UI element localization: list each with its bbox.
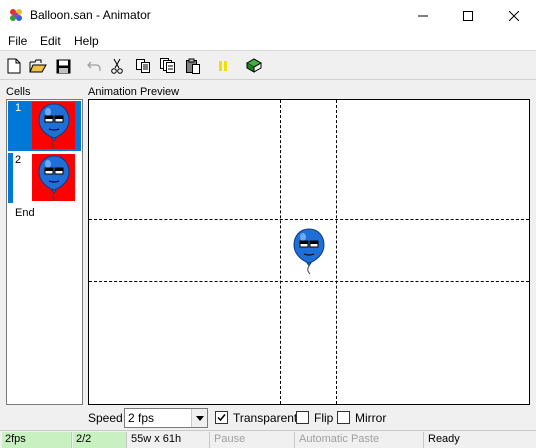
cell-end-label[interactable]: End <box>15 207 35 219</box>
pause-icon <box>219 61 227 71</box>
preview-label: Animation Preview <box>88 86 180 98</box>
cells-list[interactable]: 1 2 End <box>6 99 83 405</box>
guide-line <box>89 281 529 282</box>
save-icon <box>56 59 70 73</box>
toolbar <box>0 52 536 80</box>
mirror-checkbox[interactable] <box>337 411 350 424</box>
menu-help[interactable]: Help <box>74 34 99 48</box>
cell-thumbnail <box>32 102 75 149</box>
app-icon <box>10 9 22 21</box>
maximize-icon <box>462 10 473 21</box>
dropdown-arrow[interactable] <box>191 409 207 427</box>
title-bar[interactable]: Balloon.san - Animator <box>0 0 536 31</box>
menu-file[interactable]: File <box>8 34 27 48</box>
menu-edit[interactable]: Edit <box>40 34 61 48</box>
status-pause: Pause <box>211 432 295 448</box>
status-size: 55w x 61h <box>128 432 210 448</box>
flip-label[interactable]: Flip <box>314 411 333 425</box>
paste-button[interactable] <box>184 57 202 75</box>
minimize-icon <box>417 15 428 16</box>
cell-item-1[interactable]: 1 <box>8 101 81 151</box>
paste-icon <box>186 58 200 74</box>
status-ready: Ready <box>428 433 460 445</box>
balloon-icon <box>37 154 71 201</box>
cell-number: 1 <box>15 102 22 114</box>
mirror-label[interactable]: Mirror <box>355 411 386 425</box>
book-icon <box>245 58 263 73</box>
animation-preview[interactable] <box>88 99 530 405</box>
speed-value: 2 fps <box>128 411 155 425</box>
speed-label: Speed <box>88 411 123 425</box>
transparent-label[interactable]: Transparent <box>233 411 297 425</box>
window-title: Balloon.san - Animator <box>30 8 151 22</box>
pause-button[interactable] <box>214 57 232 75</box>
open-button[interactable] <box>29 57 47 75</box>
flip-checkbox[interactable] <box>296 411 309 424</box>
cell-item-2[interactable]: 2 <box>8 153 81 203</box>
undo-button[interactable] <box>85 57 103 75</box>
close-button[interactable] <box>491 0 536 31</box>
minimize-button[interactable] <box>400 0 445 31</box>
guide-line <box>89 219 529 220</box>
new-icon <box>7 58 21 74</box>
undo-icon <box>87 61 101 71</box>
cut-button[interactable] <box>108 57 126 75</box>
chevron-down-icon <box>195 415 204 421</box>
check-icon <box>217 414 226 422</box>
status-frame: 2/2 <box>73 432 127 448</box>
guide-line <box>336 100 337 404</box>
speed-dropdown[interactable]: 2 fps <box>124 408 208 428</box>
cells-label: Cells <box>6 86 31 98</box>
save-button[interactable] <box>54 57 72 75</box>
new-button[interactable] <box>5 57 23 75</box>
open-icon <box>29 59 47 73</box>
balloon-sprite <box>292 227 326 275</box>
copy-icon <box>136 59 150 73</box>
balloon-icon <box>37 102 71 149</box>
status-bar: 2fps 2/2 55w x 61h Pause Automatic Paste… <box>0 430 536 448</box>
maximize-button[interactable] <box>445 0 490 31</box>
status-auto-paste: Automatic Paste <box>296 432 424 448</box>
close-icon <box>508 10 519 21</box>
copy-all-icon <box>160 58 175 73</box>
cell-marker <box>8 153 13 203</box>
cell-number: 2 <box>15 154 22 166</box>
status-fps: 2fps <box>2 432 72 448</box>
copy-button[interactable] <box>134 57 152 75</box>
transparent-checkbox[interactable] <box>215 411 228 424</box>
copy-all-button[interactable] <box>159 57 177 75</box>
cut-icon <box>111 58 123 74</box>
menu-bar: File Edit Help <box>0 31 536 51</box>
cell-thumbnail <box>32 154 75 201</box>
book-button[interactable] <box>245 57 263 75</box>
guide-line <box>280 100 281 404</box>
